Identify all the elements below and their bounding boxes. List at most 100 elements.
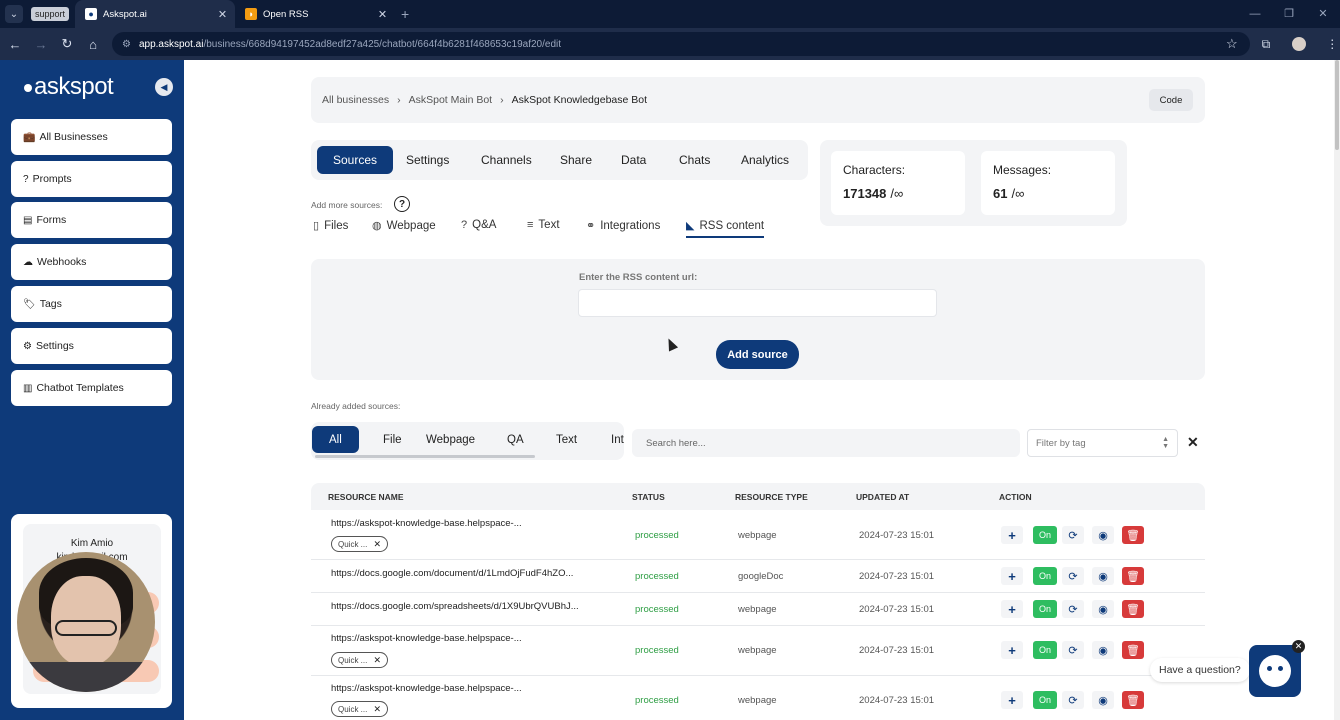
chat-launcher-button[interactable]	[1249, 645, 1301, 697]
resource-updated: 2024-07-23 15:01	[859, 695, 935, 706]
new-tab-icon[interactable]: +	[401, 6, 409, 22]
filter-qa[interactable]: QA	[490, 426, 541, 453]
delete-trash-icon[interactable]: 🗑	[1122, 600, 1144, 618]
breadcrumb-link[interactable]: AskSpot Main Bot	[409, 94, 492, 106]
source-tab-integrations[interactable]: ⚭ Integrations	[586, 219, 660, 233]
toggle-on-button[interactable]: On	[1033, 641, 1057, 659]
tab-channels[interactable]: Channels	[465, 146, 548, 174]
tag-filter-select[interactable]: Filter by tag ▲ ▼	[1027, 429, 1178, 457]
browser-tab-openrss[interactable]: ◗ Open RSS ✕	[235, 0, 395, 28]
collapse-sidebar-icon[interactable]: ◀	[155, 78, 173, 96]
resource-tag[interactable]: Quick ... ✕	[331, 652, 388, 668]
resync-icon[interactable]: ⟳	[1062, 526, 1084, 544]
tab-share[interactable]: Share	[544, 146, 608, 174]
delete-trash-icon[interactable]: 🗑	[1122, 567, 1144, 585]
back-icon[interactable]: ←	[2, 37, 28, 52]
resync-icon[interactable]: ⟳	[1062, 641, 1084, 659]
sidebar-item-prompts[interactable]: ? Prompts	[11, 161, 172, 197]
tab-chats[interactable]: Chats	[663, 146, 726, 174]
source-tab-text[interactable]: ≡ Text	[527, 219, 560, 231]
home-icon[interactable]: ⌂	[80, 37, 106, 52]
resync-icon[interactable]: ⟳	[1062, 567, 1084, 585]
site-info-icon[interactable]: ⚙	[122, 39, 131, 50]
resource-tag[interactable]: Quick ... ✕	[331, 536, 388, 552]
askspot-logo[interactable]: askspot	[24, 73, 114, 101]
close-tab-icon[interactable]: ✕	[218, 8, 227, 21]
remove-tag-icon[interactable]: ✕	[373, 655, 381, 666]
breadcrumb-link[interactable]: All businesses	[322, 94, 389, 106]
close-tab-icon[interactable]: ✕	[378, 8, 387, 21]
restore-icon[interactable]: ❐	[1272, 0, 1306, 28]
page-scrollbar[interactable]	[1334, 60, 1340, 720]
code-button[interactable]: Code	[1149, 89, 1193, 111]
delete-trash-icon[interactable]: 🗑	[1122, 526, 1144, 544]
tab-analytics[interactable]: Analytics	[725, 146, 805, 174]
filter-all[interactable]: All	[312, 426, 359, 453]
toggle-on-button[interactable]: On	[1033, 691, 1057, 709]
forward-icon[interactable]: →	[28, 37, 54, 52]
sidebar-item-tags[interactable]: 🏷 Tags	[11, 286, 172, 322]
tab-search-icon[interactable]: ⌄	[5, 5, 23, 23]
sidebar-item-webhooks[interactable]: ☁ Webhooks	[11, 244, 172, 280]
tab-data[interactable]: Data	[605, 146, 662, 174]
source-tab-files[interactable]: ▯ Files	[313, 219, 348, 233]
add-tag-button[interactable]: +	[1001, 567, 1023, 585]
table-row: https://docs.google.com/spreadsheets/d/1…	[311, 593, 1205, 626]
delete-trash-icon[interactable]: 🗑	[1122, 691, 1144, 709]
bookmark-star-icon[interactable]: ☆	[1226, 36, 1238, 52]
delete-trash-icon[interactable]: 🗑	[1122, 641, 1144, 659]
close-window-icon[interactable]: ✕	[1306, 0, 1340, 28]
toggle-on-button[interactable]: On	[1033, 600, 1057, 618]
address-bar[interactable]: ⚙ app.askspot.ai /business/668d94197452a…	[112, 32, 1250, 56]
resource-name[interactable]: https://askspot-knowledge-base.helpspace…	[331, 683, 522, 694]
extensions-icon[interactable]: ⧉	[1262, 37, 1271, 52]
resource-name[interactable]: https://docs.google.com/document/d/1LmdO…	[331, 568, 573, 579]
chat-prompt-bubble[interactable]: Have a question?	[1150, 658, 1250, 682]
add-tag-button[interactable]: +	[1001, 641, 1023, 659]
source-tab-qa[interactable]: ? Q&A	[461, 219, 496, 231]
add-tag-button[interactable]: +	[1001, 526, 1023, 544]
sidebar-item-settings[interactable]: ⚙ Settings	[11, 328, 172, 364]
sidebar-item-chatbot-templates[interactable]: ▥ Chatbot Templates	[11, 370, 172, 406]
clear-filter-icon[interactable]: ✕	[1187, 434, 1199, 451]
filter-scrollbar[interactable]	[315, 455, 535, 458]
support-badge[interactable]: support	[31, 7, 70, 21]
resource-name[interactable]: https://askspot-knowledge-base.helpspace…	[331, 518, 522, 529]
add-tag-button[interactable]: +	[1001, 600, 1023, 618]
rss-url-input[interactable]	[578, 289, 937, 317]
add-tag-button[interactable]: +	[1001, 691, 1023, 709]
sidebar-item-forms[interactable]: ▤ Forms	[11, 202, 172, 238]
help-icon[interactable]: ?	[394, 196, 410, 212]
close-chat-icon[interactable]: ✕	[1292, 640, 1305, 653]
browser-menu-icon[interactable]: ⋮	[1326, 37, 1338, 51]
resource-name[interactable]: https://docs.google.com/spreadsheets/d/1…	[331, 601, 579, 612]
resync-icon[interactable]: ⟳	[1062, 691, 1084, 709]
view-eye-icon[interactable]: ◉	[1092, 567, 1114, 585]
browser-tab-askspot[interactable]: ● Askspot.ai ✕	[75, 0, 236, 28]
reload-icon[interactable]: ↻	[54, 36, 80, 52]
add-source-button[interactable]: Add source	[716, 340, 799, 369]
minimize-icon[interactable]: —	[1238, 0, 1272, 28]
tab-sources[interactable]: Sources	[317, 146, 394, 174]
tab-settings[interactable]: Settings	[390, 146, 465, 174]
scrollbar-thumb[interactable]	[1335, 60, 1339, 150]
filter-integrations[interactable]: Int	[594, 426, 624, 453]
sidebar-item-all-businesses[interactable]: 💼 All Businesses	[11, 119, 172, 155]
view-eye-icon[interactable]: ◉	[1092, 600, 1114, 618]
source-tab-webpage[interactable]: ◍ Webpage	[372, 219, 436, 233]
profile-avatar[interactable]	[1292, 37, 1307, 51]
search-input[interactable]: Search here...	[632, 429, 1020, 457]
resync-icon[interactable]: ⟳	[1062, 600, 1084, 618]
resource-name[interactable]: https://askspot-knowledge-base.helpspace…	[331, 633, 522, 644]
filter-text[interactable]: Text	[539, 426, 594, 453]
remove-tag-icon[interactable]: ✕	[373, 704, 381, 715]
source-tab-rss[interactable]: ◣ RSS content	[686, 219, 765, 238]
view-eye-icon[interactable]: ◉	[1092, 641, 1114, 659]
remove-tag-icon[interactable]: ✕	[373, 539, 381, 550]
resource-tag[interactable]: Quick ... ✕	[331, 701, 388, 717]
view-eye-icon[interactable]: ◉	[1092, 691, 1114, 709]
toggle-on-button[interactable]: On	[1033, 526, 1057, 544]
filter-webpage[interactable]: Webpage	[409, 426, 492, 453]
toggle-on-button[interactable]: On	[1033, 567, 1057, 585]
view-eye-icon[interactable]: ◉	[1092, 526, 1114, 544]
